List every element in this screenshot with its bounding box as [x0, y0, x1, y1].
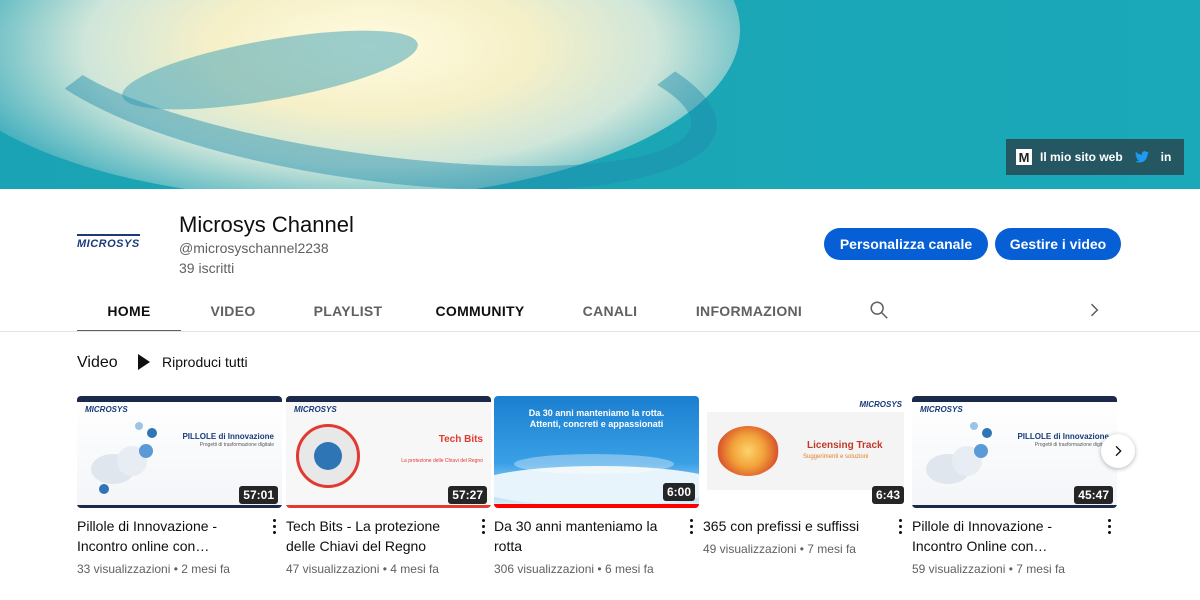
linkedin-icon[interactable]: in: [1158, 149, 1174, 165]
thumbnail-subheading: Attenti, concreti e appassionati: [529, 419, 664, 429]
tab-home[interactable]: HOME: [77, 290, 181, 332]
channel-handle: @microsyschannel2238: [179, 240, 329, 256]
search-icon[interactable]: [868, 299, 890, 321]
more-vert-icon[interactable]: [1103, 516, 1115, 536]
view-count: 306 visualizzazioni: [494, 562, 595, 576]
thumbnail-subheading: Suggerimenti e soluzioni: [803, 454, 869, 460]
video-card[interactable]: MICROSYS PILLOLE di Innovazione Progetti…: [77, 396, 282, 576]
channel-tabs: HOME VIDEO PLAYLIST COMMUNITY CANALI INF…: [77, 290, 827, 332]
more-vert-icon[interactable]: [894, 516, 906, 536]
video-thumbnail[interactable]: MICROSYS PILLOLE di Innovazione Progetti…: [77, 396, 282, 508]
video-duration: 57:01: [239, 486, 278, 504]
thumbnail-heading: PILLOLE di Innovazione: [1017, 432, 1109, 441]
video-duration: 6:00: [662, 483, 695, 501]
tab-informazioni[interactable]: INFORMAZIONI: [671, 290, 827, 332]
thumbnail-brand: MICROSYS: [294, 405, 337, 414]
thumbnail-brand: MICROSYS: [920, 405, 963, 414]
video-thumbnail[interactable]: MICROSYS Licensing Track Suggerimenti e …: [703, 396, 908, 508]
video-duration: 45:47: [1074, 486, 1113, 504]
video-meta: 47 visualizzazioni • 4 mesi fa: [286, 562, 439, 576]
play-all-button[interactable]: Riproduci tutti: [138, 354, 248, 370]
tab-video[interactable]: VIDEO: [181, 290, 285, 332]
thumbnail-brand: MICROSYS: [85, 405, 128, 414]
channel-banner: M Il mio sito web in: [0, 0, 1200, 189]
website-icon[interactable]: M: [1016, 149, 1032, 165]
video-thumbnail[interactable]: MICROSYS Tech Bits La protezione delle C…: [286, 396, 491, 508]
tabs-divider: [0, 331, 1200, 332]
customize-channel-button[interactable]: Personalizza canale: [824, 228, 988, 260]
video-title[interactable]: Tech Bits - La protezione delle Chiavi d…: [286, 516, 466, 556]
video-meta: 49 visualizzazioni • 7 mesi fa: [703, 542, 856, 556]
lightbulb-graphic: [717, 426, 779, 476]
upload-age: 7 mesi fa: [1016, 562, 1065, 576]
video-card[interactable]: MICROSYS Licensing Track Suggerimenti e …: [703, 396, 908, 556]
twitter-icon[interactable]: [1134, 150, 1150, 164]
channel-logo-text: MICROSYS: [77, 234, 140, 250]
chevron-right-icon[interactable]: [1084, 300, 1104, 320]
section-title: Video: [77, 354, 118, 371]
tab-community[interactable]: COMMUNITY: [411, 290, 549, 332]
video-meta: 306 visualizzazioni • 6 mesi fa: [494, 562, 654, 576]
channel-title: Microsys Channel: [179, 212, 354, 237]
video-card[interactable]: MICROSYS Tech Bits La protezione delle C…: [286, 396, 491, 576]
channel-avatar[interactable]: MICROSYS: [77, 222, 157, 262]
thumbnail-heading: PILLOLE di Innovazione: [182, 432, 274, 441]
upload-age: 2 mesi fa: [181, 562, 230, 576]
view-count: 47 visualizzazioni: [286, 562, 380, 576]
video-title[interactable]: Pillole di Innovazione - Incontro Online…: [912, 516, 1092, 556]
thumbnail-heading: Tech Bits: [438, 434, 483, 445]
manage-videos-button[interactable]: Gestire i video: [995, 228, 1121, 260]
watch-progress: [494, 504, 699, 508]
video-duration: 6:43: [871, 486, 904, 504]
more-vert-icon[interactable]: [477, 516, 489, 536]
thumbnail-heading: Da 30 anni manteniamo la rotta.: [528, 408, 665, 418]
video-thumbnail[interactable]: MICROSYS PILLOLE di Innovazione Progetti…: [912, 396, 1117, 508]
thumbnail-subheading: Progetti di trasformazione digitale: [1034, 442, 1109, 448]
upload-age: 4 mesi fa: [390, 562, 439, 576]
subscriber-count: 39 iscritti: [179, 260, 235, 276]
website-link[interactable]: Il mio sito web: [1040, 150, 1126, 164]
view-count: 33 visualizzazioni: [77, 562, 171, 576]
video-meta: 59 visualizzazioni • 7 mesi fa: [912, 562, 1065, 576]
more-vert-icon[interactable]: [268, 516, 280, 536]
video-thumbnail[interactable]: Da 30 anni manteniamo la rotta. Attenti,…: [494, 396, 699, 508]
video-duration: 57:27: [448, 486, 487, 504]
video-card[interactable]: Da 30 anni manteniamo la rotta. Attenti,…: [494, 396, 699, 576]
thumbnail-subheading: La protezione delle Chiavi del Regno: [401, 458, 483, 464]
banner-links[interactable]: M Il mio sito web in: [1006, 139, 1184, 175]
more-vert-icon[interactable]: [685, 516, 697, 536]
tab-playlist[interactable]: PLAYLIST: [285, 290, 411, 332]
chevron-right-icon: [1115, 445, 1122, 457]
upload-age: 7 mesi fa: [807, 542, 856, 556]
carousel-next-button[interactable]: [1101, 434, 1135, 468]
video-card[interactable]: MICROSYS PILLOLE di Innovazione Progetti…: [912, 396, 1117, 576]
video-title[interactable]: Da 30 anni manteniamo la rotta: [494, 516, 674, 556]
tab-canali[interactable]: CANALI: [549, 290, 671, 332]
thumbnail-brand: MICROSYS: [859, 400, 902, 409]
upload-age: 6 mesi fa: [604, 562, 654, 576]
video-title[interactable]: Pillole di Innovazione - Incontro online…: [77, 516, 257, 556]
video-meta: 33 visualizzazioni • 2 mesi fa: [77, 562, 230, 576]
view-count: 49 visualizzazioni: [703, 542, 797, 556]
play-all-label: Riproduci tutti: [162, 354, 248, 370]
video-title[interactable]: 365 con prefissi e suffissi: [703, 516, 883, 536]
play-icon: [138, 354, 150, 370]
thumbnail-subheading: Progetti di trasformazione digitale: [199, 442, 274, 448]
thumbnail-heading: Licensing Track: [807, 440, 883, 451]
view-count: 59 visualizzazioni: [912, 562, 1006, 576]
